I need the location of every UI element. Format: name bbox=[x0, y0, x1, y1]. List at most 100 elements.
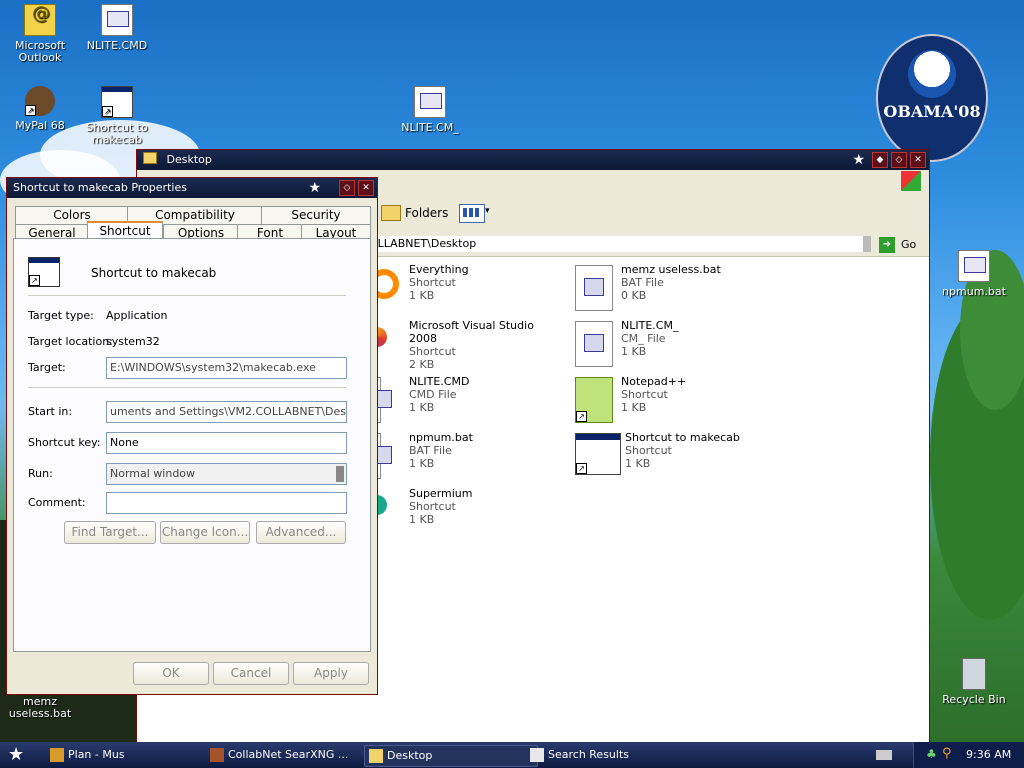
file-item[interactable]: Everything Shortcut 1 KB bbox=[365, 263, 565, 315]
desktop-icon-label: npmum.bat bbox=[942, 285, 1006, 298]
cancel-button[interactable]: Cancel bbox=[213, 662, 289, 685]
file-name: npmum.bat bbox=[409, 431, 473, 444]
search-results-icon bbox=[530, 748, 544, 762]
taskbar-item[interactable]: CollabNet SearXNG ... bbox=[206, 745, 378, 765]
file-size: 1 KB bbox=[625, 457, 651, 470]
file-type: Shortcut bbox=[625, 444, 672, 457]
find-target-button[interactable]: Find Target... bbox=[64, 521, 156, 544]
start-in-label: Start in: bbox=[28, 405, 73, 418]
file-item[interactable]: ↗ Shortcut to makecab Shortcut 1 KB bbox=[575, 431, 775, 483]
file-size: 1 KB bbox=[621, 345, 647, 358]
desktop-icon-makecab-shortcut[interactable]: ↗ Shortcut to makecab bbox=[77, 86, 157, 146]
file-name: Microsoft Visual Studio 2008 bbox=[409, 319, 534, 345]
file-size: 1 KB bbox=[409, 457, 435, 470]
start-in-field[interactable]: uments and Settings\VM2.COLLABNET\Deskto… bbox=[106, 401, 347, 423]
network-icon[interactable]: ♣ bbox=[926, 747, 937, 761]
divider bbox=[28, 387, 346, 388]
folders-label: Folders bbox=[405, 206, 449, 220]
start-button[interactable]: ★ bbox=[8, 744, 24, 765]
folder-icon bbox=[143, 152, 157, 164]
run-select-value: Normal window bbox=[110, 467, 196, 480]
taskbar-item[interactable]: Desktop bbox=[364, 745, 538, 767]
desktop-icon-recycle-bin[interactable]: Recycle Bin bbox=[934, 658, 1014, 706]
properties-window-controls: ◇ ✕ bbox=[339, 180, 374, 196]
desktop-icon-label: NLITE.CM_ bbox=[401, 121, 459, 134]
shortcut-arrow-icon: ↗ bbox=[29, 275, 40, 286]
file-item[interactable]: npmum.bat BAT File 1 KB bbox=[363, 431, 565, 483]
folder-icon bbox=[369, 749, 383, 763]
folders-button[interactable]: Folders bbox=[379, 202, 448, 224]
file-item[interactable]: NLITE.CM_ CM_ File 1 KB bbox=[575, 319, 775, 371]
views-dropdown-icon[interactable]: ▾ bbox=[485, 206, 490, 216]
comment-field[interactable] bbox=[106, 492, 347, 514]
views-icon bbox=[463, 208, 479, 217]
shortcut-key-field[interactable]: None bbox=[106, 432, 347, 454]
desktop-icon-label: Shortcut to makecab bbox=[86, 121, 148, 146]
file-type: Shortcut bbox=[409, 345, 456, 358]
cmd-file-icon bbox=[101, 4, 133, 36]
desktop-icon-outlook[interactable]: Microsoft Outlook bbox=[0, 4, 80, 64]
close-button[interactable]: ✕ bbox=[358, 180, 374, 196]
file-item[interactable]: ↗ Notepad++ Shortcut 1 KB bbox=[575, 375, 775, 427]
window-shortcut-icon: ↗ bbox=[575, 433, 621, 475]
file-size: 1 KB bbox=[409, 513, 435, 526]
tab-security[interactable]: Security bbox=[261, 206, 371, 224]
advanced-button[interactable]: Advanced... bbox=[256, 521, 346, 544]
shortcut-window-icon: ↗ bbox=[28, 257, 60, 287]
star-icon: ★ bbox=[308, 180, 321, 196]
go-button[interactable]: ➜ Go bbox=[877, 236, 916, 254]
search-icon[interactable]: ⚲ bbox=[942, 746, 952, 761]
file-item[interactable]: memz useless.bat BAT File 0 KB bbox=[575, 263, 775, 315]
address-dropdown[interactable] bbox=[863, 236, 871, 252]
file-name: NLITE.CMD bbox=[409, 375, 470, 388]
taskbar: ★ Plan - Mus CollabNet SearXNG ... Deskt… bbox=[0, 742, 1024, 768]
app-icon bbox=[50, 748, 64, 762]
apply-button[interactable]: Apply bbox=[293, 662, 369, 685]
go-label: Go bbox=[901, 238, 917, 251]
obama-badge-text: OBAMA'08 bbox=[883, 102, 981, 121]
file-item[interactable]: Microsoft Visual Studio 2008 Shortcut 2 KB bbox=[365, 319, 565, 371]
comment-label: Comment: bbox=[28, 496, 86, 509]
taskbar-item[interactable]: Plan - Mus bbox=[46, 745, 218, 765]
address-input[interactable]: OLLABNET\Desktop bbox=[369, 236, 869, 252]
desktop-icon-nlite-cmd[interactable]: NLITE.CMD bbox=[77, 4, 157, 52]
views-button[interactable] bbox=[459, 204, 485, 223]
target-label: Target: bbox=[28, 361, 66, 374]
keyboard-icon[interactable] bbox=[876, 750, 892, 760]
desktop-icon-label: Microsoft Outlook bbox=[14, 39, 66, 64]
file-item[interactable]: NLITE.CMD CMD File 1 KB bbox=[363, 375, 565, 427]
target-field[interactable]: E:\WINDOWS\system32\makecab.exe bbox=[106, 357, 347, 379]
browser-icon bbox=[210, 748, 224, 762]
desktop-icon-memz[interactable]: memz useless.bat bbox=[0, 696, 80, 720]
explorer-titlebar[interactable]: Desktop ★ ◆ ◇ ✕ bbox=[137, 150, 929, 170]
clock: 9:36 AM bbox=[966, 748, 1012, 761]
window-shortcut-icon: ↗ bbox=[101, 86, 133, 118]
close-button[interactable]: ✕ bbox=[910, 152, 926, 168]
run-select[interactable]: Normal window bbox=[106, 463, 347, 485]
ok-button[interactable]: OK bbox=[133, 662, 209, 685]
file-type: BAT File bbox=[621, 276, 664, 289]
file-size: 0 KB bbox=[621, 289, 647, 302]
desktop-icon-label: NLITE.CMD bbox=[86, 39, 148, 52]
desktop-icon-mypal[interactable]: ↗ MyPal 68 bbox=[0, 86, 80, 132]
desktop-icon-npmum[interactable]: npmum.bat bbox=[934, 250, 1014, 298]
obama-badge: OBAMA'08 bbox=[876, 34, 988, 162]
minimize-button[interactable]: ◆ bbox=[872, 152, 888, 168]
shortcut-key-label: Shortcut key: bbox=[28, 436, 101, 449]
obama-logo-icon bbox=[908, 50, 956, 98]
maximize-button[interactable]: ◇ bbox=[891, 152, 907, 168]
bat-file-icon bbox=[575, 265, 613, 311]
properties-title: Shortcut to makecab Properties bbox=[13, 181, 187, 194]
taskbar-item-label: Search Results bbox=[548, 748, 630, 761]
desktop-icon-nlite-cm[interactable]: NLITE.CM_ bbox=[390, 86, 470, 134]
outlook-icon bbox=[24, 4, 56, 36]
change-icon-button[interactable]: Change Icon... bbox=[160, 521, 250, 544]
desktop-icon-label: memz useless.bat bbox=[8, 695, 72, 720]
file-item[interactable]: Supermium Shortcut 1 KB bbox=[365, 487, 565, 539]
file-name: Everything bbox=[409, 263, 469, 276]
properties-titlebar[interactable]: Shortcut to makecab Properties ★ ◇ ✕ bbox=[7, 178, 377, 198]
taskbar-item[interactable]: Search Results bbox=[526, 745, 698, 765]
help-button[interactable]: ◇ bbox=[339, 180, 355, 196]
desktop-icon-label: MyPal 68 bbox=[15, 119, 65, 132]
file-name: Notepad++ bbox=[621, 375, 687, 388]
